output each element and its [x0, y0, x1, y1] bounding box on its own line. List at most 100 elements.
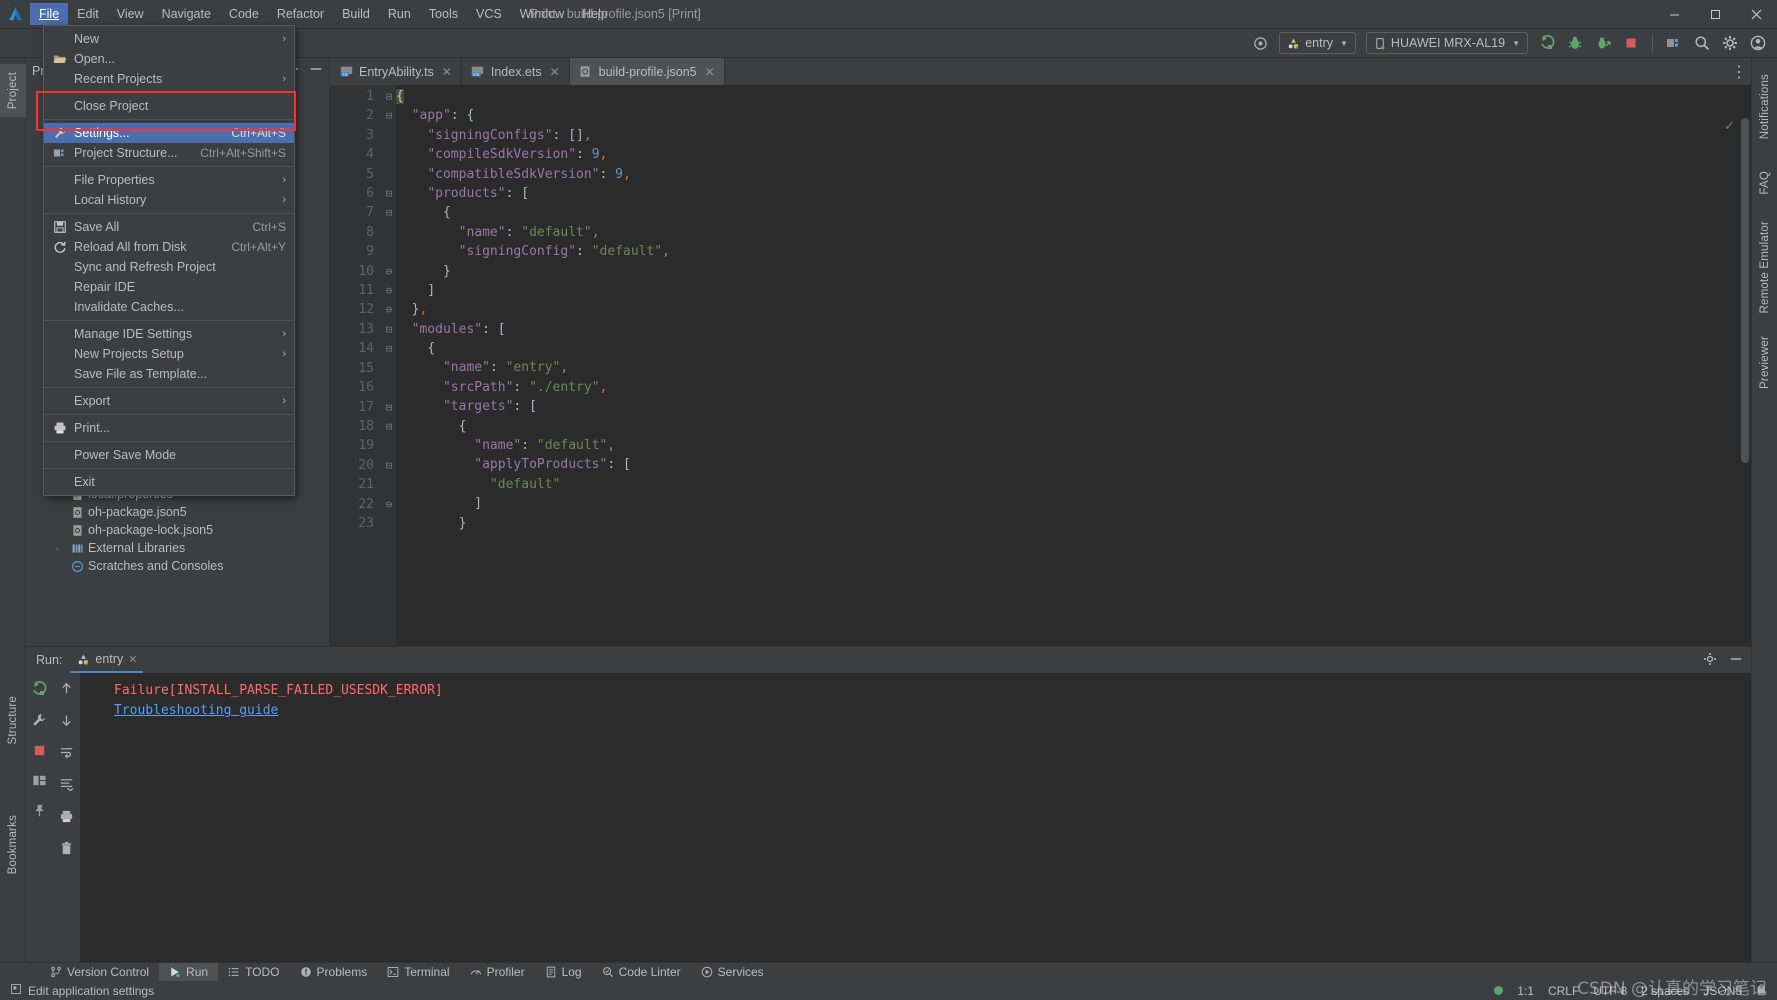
file-menu-item-new-projects-setup[interactable]: New Projects Setup › — [44, 344, 294, 364]
menu-code[interactable]: Code — [220, 3, 268, 25]
fold-marker[interactable]: ⊖ — [382, 281, 396, 300]
code-content[interactable]: { "app": { "signingConfigs": [], "compil… — [396, 85, 1751, 684]
bottom-tab-todo[interactable]: TODO — [218, 963, 289, 982]
gear-icon[interactable] — [1703, 652, 1717, 669]
editor-scrollbar-thumb[interactable] — [1741, 118, 1749, 463]
fold-marker[interactable] — [382, 145, 396, 164]
file-menu-item-invalidate-caches[interactable]: Invalidate Caches... — [44, 297, 294, 317]
caret-position[interactable]: 1:1 — [1517, 984, 1534, 998]
code-line[interactable]: "signingConfigs": [], — [396, 126, 1751, 145]
chevron-right-icon[interactable]: › — [56, 544, 66, 553]
fold-marker[interactable] — [382, 436, 396, 455]
bottom-tab-services[interactable]: Services — [691, 963, 774, 982]
fold-marker[interactable] — [382, 223, 396, 242]
file-menu-item-recent-projects[interactable]: Recent Projects › — [44, 69, 294, 89]
fold-marker[interactable] — [382, 165, 396, 184]
up-arrow-icon[interactable] — [59, 681, 74, 701]
file-menu-item-file-properties[interactable]: File Properties › — [44, 170, 294, 190]
editor-scrollbar[interactable] — [1739, 112, 1751, 684]
menu-vcs[interactable]: VCS — [467, 3, 511, 25]
sidebar-item-bookmarks[interactable]: Bookmarks — [0, 807, 26, 882]
code-line[interactable]: { — [396, 203, 1751, 222]
file-menu-popup[interactable]: New › Open... Recent Projects › Close Project… — [43, 25, 295, 496]
stop-icon[interactable] — [32, 743, 47, 763]
file-menu-item-new[interactable]: New › — [44, 29, 294, 49]
fold-marker[interactable]: ⊟ — [382, 456, 396, 475]
code-line[interactable]: "signingConfig": "default", — [396, 242, 1751, 261]
tab-index-ets[interactable]: ETS Index.ets ✕ — [462, 58, 570, 85]
menu-view[interactable]: View — [108, 3, 153, 25]
fold-marker[interactable] — [382, 359, 396, 378]
bottom-tab-problems[interactable]: Problems — [290, 963, 378, 982]
bottom-tab-terminal[interactable]: Terminal — [377, 963, 459, 982]
file-menu-item-repair-ide[interactable]: Repair IDE — [44, 277, 294, 297]
fold-marker[interactable]: ⊖ — [382, 262, 396, 281]
code-editor[interactable]: 1 2 3 4 5 6 7 8 9 10 11 12 13 14 15 16 17 18 19 20 21 22 23 ⊟ ⊟… — [330, 85, 1751, 684]
troubleshooting-guide-link[interactable]: Troubleshooting guide — [114, 701, 1751, 721]
fold-marker[interactable] — [382, 242, 396, 261]
fold-marker[interactable] — [382, 378, 396, 397]
more-options-icon[interactable]: ⋮ — [1731, 62, 1747, 82]
code-line[interactable]: { — [396, 87, 1751, 106]
fold-marker[interactable]: ⊟ — [382, 87, 396, 106]
code-line[interactable]: "products": [ — [396, 184, 1751, 203]
tree-item-oh-package-lock-json5[interactable]: oh-package-lock.json5 — [26, 521, 329, 539]
debug-icon[interactable] — [1562, 31, 1588, 55]
file-menu-item-settings[interactable]: Settings... Ctrl+Alt+S — [44, 123, 294, 143]
file-menu-item-exit[interactable]: Exit — [44, 472, 294, 492]
inspection-dot-icon[interactable] — [1494, 986, 1504, 995]
code-line[interactable]: } — [396, 514, 1751, 533]
pin-icon[interactable] — [32, 803, 47, 823]
run-configuration-tab[interactable]: entry ✕ — [70, 647, 144, 673]
code-line[interactable]: ] — [396, 281, 1751, 300]
fold-marker[interactable]: ⊟ — [382, 184, 396, 203]
file-menu-item-export[interactable]: Export › — [44, 391, 294, 411]
code-line[interactable]: ] — [396, 494, 1751, 513]
fold-marker[interactable]: ⊟ — [382, 106, 396, 125]
file-menu-item-save-all[interactable]: Save All Ctrl+S — [44, 217, 294, 237]
menu-file[interactable]: File — [30, 3, 69, 25]
maximize-button[interactable] — [1695, 0, 1736, 29]
sidebar-item-notifications[interactable]: Notifications — [1752, 66, 1777, 147]
rerun-icon[interactable] — [31, 681, 47, 702]
stop-icon[interactable] — [1618, 31, 1644, 55]
fold-marker[interactable]: ⊟ — [382, 203, 396, 222]
bottom-tab-profiler[interactable]: Profiler — [460, 963, 535, 982]
search-icon[interactable] — [1689, 31, 1715, 55]
soft-wrap-icon[interactable] — [59, 745, 74, 765]
fold-marker[interactable]: ⊖ — [382, 495, 396, 514]
code-line[interactable]: "name": "default", — [396, 436, 1751, 455]
sidebar-item-previewer[interactable]: Previewer — [1752, 328, 1777, 397]
wrench-icon[interactable] — [31, 712, 47, 733]
menu-build[interactable]: Build — [333, 3, 379, 25]
sidebar-item-faq[interactable]: FAQ — [1752, 163, 1777, 203]
bottom-tab-version-control[interactable]: Version Control — [40, 963, 159, 982]
minimize-button[interactable] — [1654, 0, 1695, 29]
scroll-to-end-icon[interactable] — [59, 777, 74, 797]
code-line[interactable]: "compatibleSdkVersion": 9, — [396, 165, 1751, 184]
code-line[interactable]: }, — [396, 300, 1751, 319]
code-line[interactable]: "modules": [ — [396, 320, 1751, 339]
run-icon[interactable] — [1534, 31, 1560, 55]
fold-marker[interactable]: ⊟ — [382, 320, 396, 339]
code-line[interactable]: "default" — [396, 475, 1751, 494]
menu-run[interactable]: Run — [379, 3, 420, 25]
file-menu-item-open[interactable]: Open... — [44, 49, 294, 69]
fold-marker[interactable] — [382, 126, 396, 145]
code-line[interactable]: "compileSdkVersion": 9, — [396, 145, 1751, 164]
fold-marker[interactable] — [382, 475, 396, 494]
file-menu-item-print[interactable]: Print... — [44, 418, 294, 438]
code-line[interactable]: { — [396, 339, 1751, 358]
sidebar-item-remote-emulator[interactable]: Remote Emulator — [1752, 213, 1777, 321]
sidebar-item-structure[interactable]: Structure — [0, 688, 26, 752]
menu-navigate[interactable]: Navigate — [153, 3, 220, 25]
bottom-tab-log[interactable]: Log — [535, 963, 592, 982]
attach-debugger-icon[interactable] — [1590, 31, 1616, 55]
code-line[interactable]: "name": "entry", — [396, 358, 1751, 377]
inspection-status-icon[interactable]: ✓ — [1724, 118, 1735, 134]
code-line[interactable]: "targets": [ — [396, 397, 1751, 416]
close-icon[interactable]: ✕ — [550, 65, 560, 79]
menu-tools[interactable]: Tools — [420, 3, 467, 25]
menu-edit[interactable]: Edit — [68, 3, 108, 25]
file-menu-item-manage-ide-settings[interactable]: Manage IDE Settings › — [44, 324, 294, 344]
